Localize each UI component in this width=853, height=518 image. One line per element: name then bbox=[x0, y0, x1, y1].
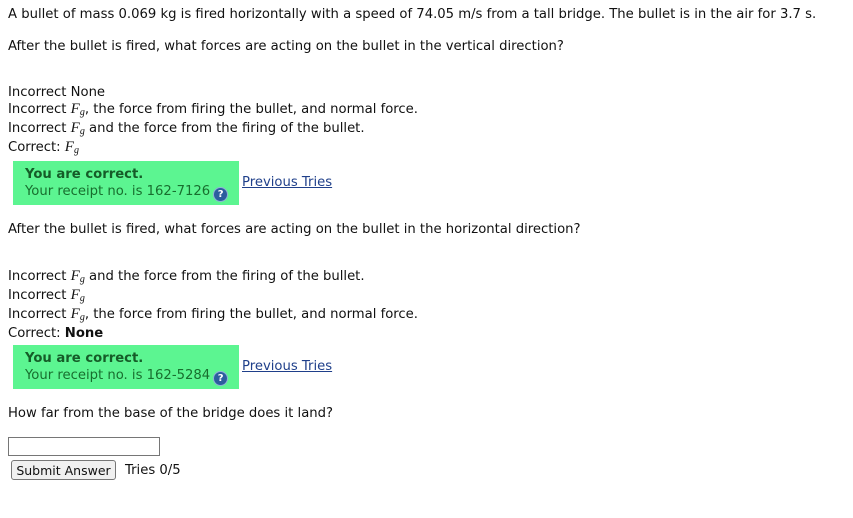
force-gravity-symbol: Fg bbox=[70, 268, 85, 285]
attempt-status: Incorrect bbox=[8, 307, 67, 322]
part1-question: After the bullet is fired, what forces a… bbox=[8, 39, 564, 54]
tries-counter: Tries 0/5 bbox=[125, 463, 181, 478]
force-gravity-symbol: Fg bbox=[70, 101, 85, 118]
attempt-status: Incorrect bbox=[8, 121, 67, 136]
part2-question: After the bullet is fired, what forces a… bbox=[8, 222, 581, 237]
attempt-text: , the force from firing the bullet, and … bbox=[84, 307, 418, 322]
attempt-text: , the force from firing the bullet, and … bbox=[84, 102, 418, 117]
force-gravity-symbol: Fg bbox=[70, 287, 85, 304]
correct-label: Correct: bbox=[8, 140, 61, 155]
attempt-text: and the force from the firing of the bul… bbox=[89, 121, 365, 136]
help-icon[interactable]: ? bbox=[213, 371, 229, 386]
correct-value: None bbox=[64, 326, 104, 341]
part1-correct-answer: Correct: Fg bbox=[8, 139, 79, 157]
attempt-status: Incorrect bbox=[8, 269, 67, 284]
force-gravity-symbol: Fg bbox=[70, 120, 85, 137]
attempt-text: and the force from the firing of the bul… bbox=[89, 269, 365, 284]
part1-previous-tries-link[interactable]: Previous Tries bbox=[242, 174, 332, 191]
feedback-title: You are correct. bbox=[25, 351, 144, 366]
part1-attempt-1: Incorrect None bbox=[8, 84, 105, 101]
attempt-status: Incorrect bbox=[8, 102, 67, 117]
part1-attempt-3: Incorrect Fg and the force from the firi… bbox=[8, 120, 365, 138]
part2-attempt-2: Incorrect Fg bbox=[8, 287, 85, 305]
correct-label: Correct: bbox=[8, 326, 61, 341]
part2-previous-tries-link[interactable]: Previous Tries bbox=[242, 358, 332, 375]
feedback-receipt: Your receipt no. is 162-7126? bbox=[25, 184, 229, 202]
part1-attempt-2: Incorrect Fg, the force from firing the … bbox=[8, 101, 418, 119]
part1-correct-feedback: You are correct. Your receipt no. is 162… bbox=[13, 161, 239, 205]
part2-attempt-3: Incorrect Fg, the force from firing the … bbox=[8, 306, 418, 324]
force-gravity-symbol: Fg bbox=[70, 306, 85, 323]
answer-input[interactable] bbox=[8, 437, 160, 456]
submit-answer-button[interactable]: Submit Answer bbox=[11, 460, 116, 480]
attempt-text: None bbox=[70, 85, 106, 100]
force-gravity-symbol: Fg bbox=[64, 139, 79, 156]
feedback-receipt: Your receipt no. is 162-5284? bbox=[25, 368, 229, 386]
attempt-status: Incorrect bbox=[8, 288, 67, 303]
part3-question: How far from the base of the bridge does… bbox=[8, 406, 333, 421]
part2-correct-feedback: You are correct. Your receipt no. is 162… bbox=[13, 345, 239, 389]
attempt-status: Incorrect bbox=[8, 85, 67, 100]
problem-statement: A bullet of mass 0.069 kg is fired horiz… bbox=[8, 7, 817, 22]
feedback-title: You are correct. bbox=[25, 167, 144, 182]
help-icon[interactable]: ? bbox=[213, 187, 229, 202]
part2-attempt-1: Incorrect Fg and the force from the firi… bbox=[8, 268, 365, 286]
part2-correct-answer: Correct: None bbox=[8, 325, 103, 342]
